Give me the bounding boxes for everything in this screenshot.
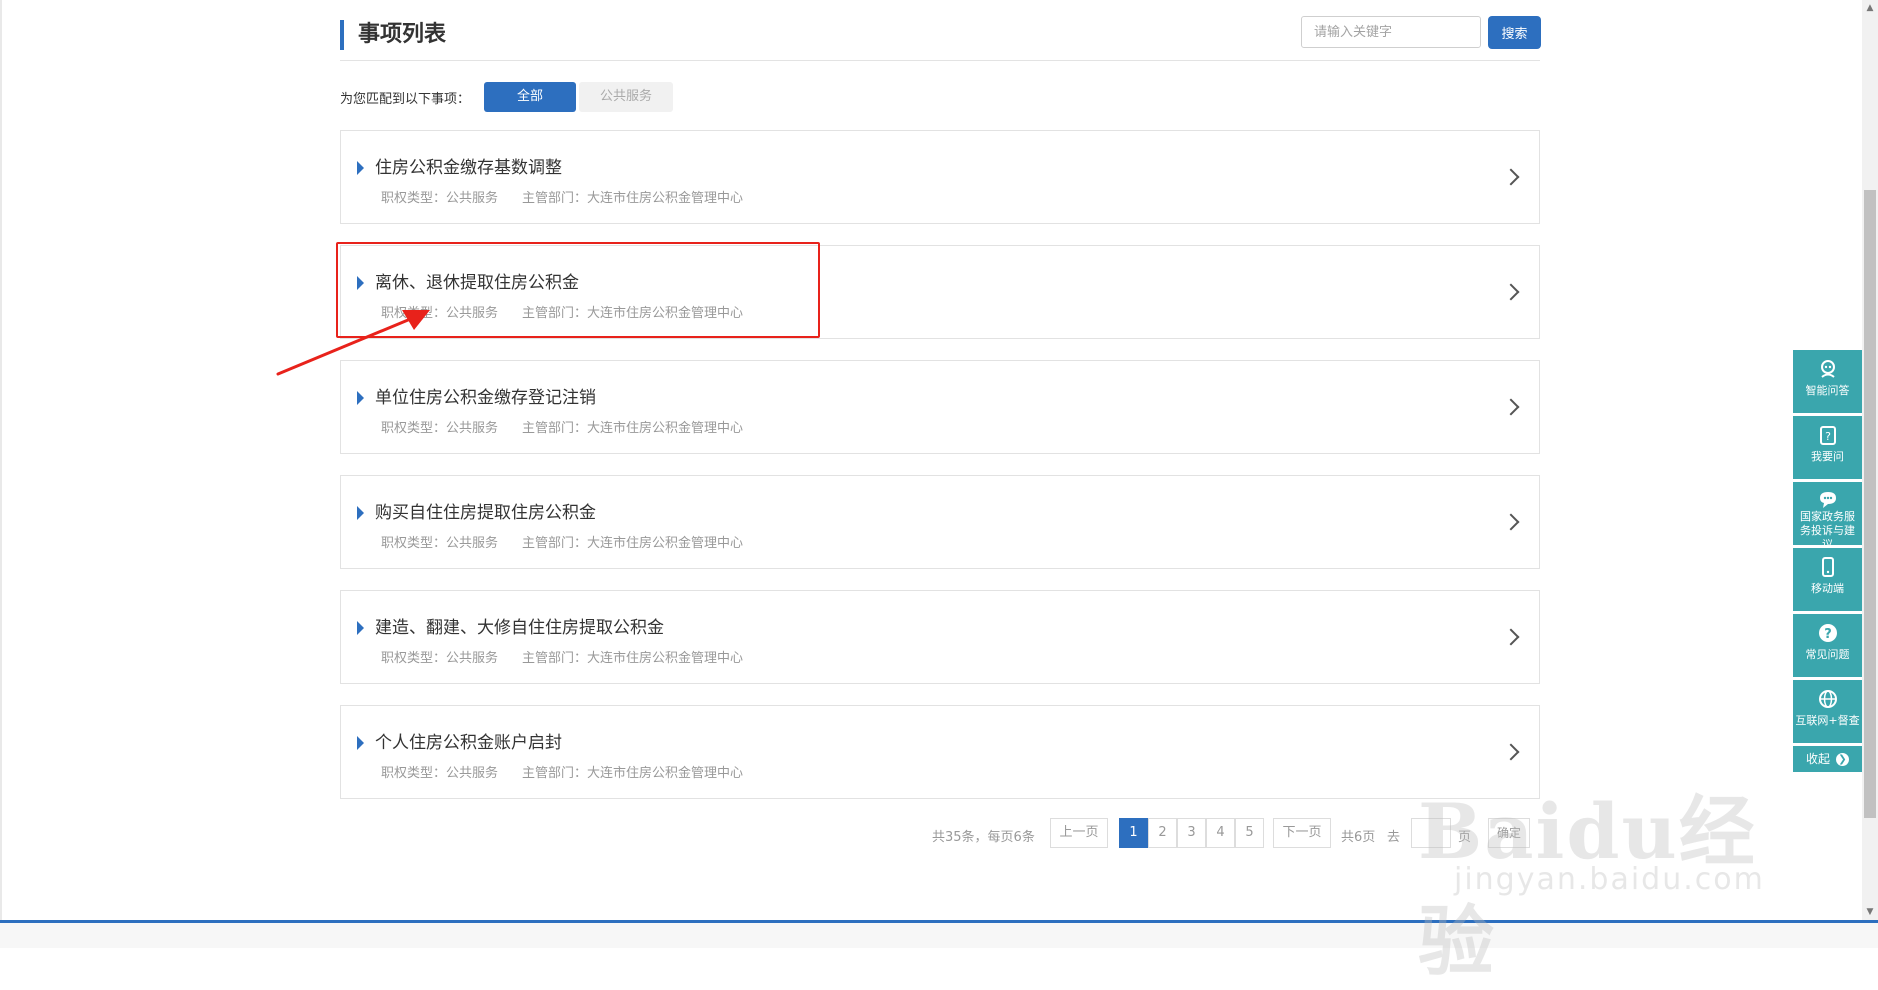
item-title[interactable]: 个人住房公积金账户启封: [375, 728, 562, 753]
chevron-right-icon: [1502, 398, 1520, 416]
item-type: 职权类型：公共服务: [381, 191, 499, 206]
side-item-supervision[interactable]: 互联网+督查: [1793, 680, 1862, 743]
list-item[interactable]: 单位住房公积金缴存登记注销 职权类型：公共服务 主管部门：大连市住房公积金管理中心: [340, 360, 1540, 454]
item-type: 职权类型：公共服务: [381, 651, 499, 666]
item-type: 职权类型：公共服务: [381, 766, 499, 781]
item-title[interactable]: 住房公积金缴存基数调整: [375, 153, 562, 178]
chevron-right-icon: [1502, 168, 1520, 186]
list-item[interactable]: 购买自住住房提取住房公积金 职权类型：公共服务 主管部门：大连市住房公积金管理中心: [340, 475, 1540, 569]
mobile-phone-icon: [1793, 548, 1862, 582]
item-meta: 职权类型：公共服务 主管部门：大连市住房公积金管理中心: [381, 762, 743, 781]
item-meta: 职权类型：公共服务 主管部门：大连市住房公积金管理中心: [381, 187, 743, 206]
list-item[interactable]: 离休、退休提取住房公积金 职权类型：公共服务 主管部门：大连市住房公积金管理中心: [340, 245, 1540, 339]
item-dept: 主管部门：大连市住房公积金管理中心: [522, 536, 744, 551]
triangle-marker-icon: [357, 276, 364, 290]
svg-text:?: ?: [1824, 627, 1832, 642]
search-input[interactable]: [1301, 16, 1481, 48]
chat-bubble-icon: [1793, 482, 1862, 510]
pager-pages-text: 共6页: [1341, 830, 1376, 845]
item-dept: 主管部门：大连市住房公积金管理中心: [522, 306, 744, 321]
search-button[interactable]: 搜索: [1488, 16, 1541, 49]
pager-goto-label: 去: [1387, 830, 1401, 845]
svg-text:?: ?: [1825, 430, 1831, 443]
scroll-up-arrow-icon[interactable]: ▲: [1862, 0, 1878, 16]
item-dept: 主管部门：大连市住房公积金管理中心: [522, 191, 744, 206]
list-item[interactable]: 个人住房公积金账户启封 职权类型：公共服务 主管部门：大连市住房公积金管理中心: [340, 705, 1540, 799]
side-item-label: 我要问: [1811, 450, 1844, 463]
side-item-label: 国家政务服务投诉与建议: [1800, 510, 1855, 545]
item-title[interactable]: 购买自住住房提取住房公积金: [375, 498, 596, 523]
list-item[interactable]: 建造、翻建、大修自住住房提取公积金 职权类型：公共服务 主管部门：大连市住房公积金…: [340, 590, 1540, 684]
prev-page-button[interactable]: 上一页: [1050, 818, 1108, 848]
side-item-label: 互联网+督查: [1795, 714, 1860, 727]
item-dept: 主管部门：大连市住房公积金管理中心: [522, 651, 744, 666]
side-collapse-button[interactable]: 收起 ❯: [1793, 746, 1862, 772]
side-item-mobile[interactable]: 移动端: [1793, 548, 1862, 611]
item-meta: 职权类型：公共服务 主管部门：大连市住房公积金管理中心: [381, 417, 743, 436]
pager-total-text: 共35条，每页6条: [932, 830, 1035, 845]
triangle-marker-icon: [357, 506, 364, 520]
side-toolbar: 智能问答 ? 我要问 国家政务服务投诉与建议 移动端 ? 常见问题 互联网+督查…: [1793, 350, 1862, 772]
question-circle-icon: ?: [1793, 614, 1862, 648]
triangle-marker-icon: [357, 391, 364, 405]
side-item-faq[interactable]: ? 常见问题: [1793, 614, 1862, 677]
question-clipboard-icon: ?: [1793, 416, 1862, 450]
list-item[interactable]: 住房公积金缴存基数调整 职权类型：公共服务 主管部门：大连市住房公积金管理中心: [340, 130, 1540, 224]
item-meta: 职权类型：公共服务 主管部门：大连市住房公积金管理中心: [381, 532, 743, 551]
chevron-right-icon: [1502, 513, 1520, 531]
chevron-right-circle-icon: ❯: [1836, 753, 1849, 766]
page-button-1[interactable]: 1: [1119, 818, 1148, 848]
baidu-jingyan-watermark: Baidu经验 jingyan.baidu.com: [1418, 740, 1778, 986]
item-title[interactable]: 单位住房公积金缴存登记注销: [375, 383, 596, 408]
filter-tab-all[interactable]: 全部: [484, 82, 576, 112]
item-meta: 职权类型：公共服务 主管部门：大连市住房公积金管理中心: [381, 647, 743, 666]
item-dept: 主管部门：大连市住房公积金管理中心: [522, 421, 744, 436]
page-button-4[interactable]: 4: [1206, 818, 1235, 848]
header-divider: [340, 60, 1540, 61]
item-type: 职权类型：公共服务: [381, 421, 499, 436]
side-item-label: 常见问题: [1805, 648, 1850, 661]
page-title: 事项列表: [340, 20, 446, 50]
annotation-arrow-icon: [276, 310, 430, 376]
filter-label: 为您匹配到以下事项：: [340, 92, 471, 107]
scrollbar-thumb[interactable]: [1864, 190, 1876, 818]
collapse-label: 收起: [1805, 752, 1830, 766]
page-button-5[interactable]: 5: [1235, 818, 1264, 848]
robot-icon: [1793, 350, 1862, 384]
page-button-3[interactable]: 3: [1177, 818, 1206, 848]
globe-icon: [1793, 680, 1862, 714]
triangle-marker-icon: [357, 161, 364, 175]
side-item-smart-qa[interactable]: 智能问答: [1793, 350, 1862, 413]
side-item-ask[interactable]: ? 我要问: [1793, 416, 1862, 479]
item-title[interactable]: 离休、退休提取住房公积金: [375, 268, 579, 293]
page-button-2[interactable]: 2: [1148, 818, 1177, 848]
watermark-url: jingyan.baidu.com: [1454, 862, 1765, 897]
side-item-label: 移动端: [1811, 582, 1844, 595]
triangle-marker-icon: [357, 736, 364, 750]
filter-tab-public-service[interactable]: 公共服务: [579, 82, 673, 112]
item-title[interactable]: 建造、翻建、大修自住住房提取公积金: [375, 613, 664, 638]
item-dept: 主管部门：大连市住房公积金管理中心: [522, 766, 744, 781]
scroll-down-arrow-icon[interactable]: ▼: [1862, 904, 1878, 920]
side-item-complaint[interactable]: 国家政务服务投诉与建议: [1793, 482, 1862, 545]
chevron-right-icon: [1502, 628, 1520, 646]
triangle-marker-icon: [357, 621, 364, 635]
page-left-border: [0, 0, 2, 948]
chevron-right-icon: [1502, 283, 1520, 301]
next-page-button[interactable]: 下一页: [1273, 818, 1331, 848]
item-type: 职权类型：公共服务: [381, 536, 499, 551]
side-item-label: 智能问答: [1805, 384, 1850, 397]
